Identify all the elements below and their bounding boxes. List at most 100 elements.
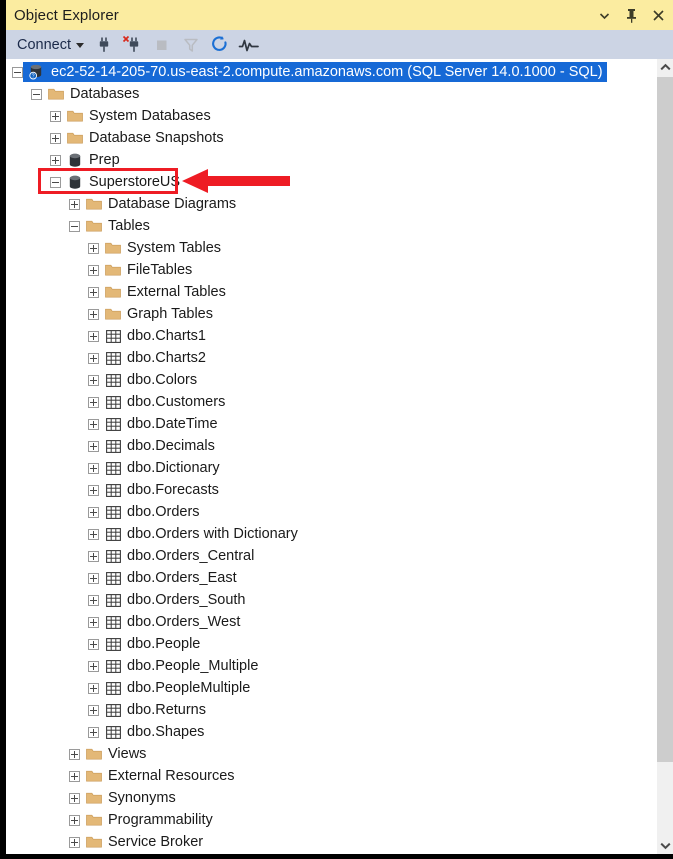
tree-node[interactable]: dbo.Customers [6, 391, 657, 413]
collapse-node-icon[interactable] [31, 88, 42, 100]
expand-node-icon[interactable] [69, 198, 80, 210]
scroll-up-arrow-icon[interactable] [657, 59, 673, 76]
expand-node-icon[interactable] [88, 726, 99, 738]
expand-node-icon[interactable] [88, 462, 99, 474]
tree-node[interactable]: Databases [6, 83, 657, 105]
tree-node[interactable]: ? ec2-52-14-205-70.us-east-2.compute.amaz… [6, 61, 657, 83]
tree-node-label: dbo.Colors [127, 372, 198, 388]
expand-node-icon[interactable] [88, 616, 99, 628]
tree-node[interactable]: Synonyms [6, 787, 657, 809]
close-icon[interactable] [650, 4, 667, 26]
expand-node-icon[interactable] [88, 682, 99, 694]
tree-node[interactable]: Tables [6, 215, 657, 237]
table-icon [105, 482, 121, 498]
tree-node[interactable]: dbo.Colors [6, 369, 657, 391]
expand-node-icon[interactable] [88, 330, 99, 342]
expand-node-icon[interactable] [88, 264, 99, 276]
tree-node[interactable]: Programmability [6, 809, 657, 831]
server-icon: ? [29, 64, 45, 80]
connect-button[interactable]: Connect [14, 35, 87, 55]
tree-node[interactable]: SuperstoreUS [6, 171, 657, 193]
expand-node-icon[interactable] [88, 242, 99, 254]
tree-node[interactable]: Database Diagrams [6, 193, 657, 215]
expand-node-icon[interactable] [88, 286, 99, 298]
table-icon [105, 570, 121, 586]
tree-node[interactable]: dbo.Decimals [6, 435, 657, 457]
expand-node-icon[interactable] [88, 374, 99, 386]
tree-node-label: Views [108, 746, 147, 762]
expand-node-icon[interactable] [88, 506, 99, 518]
tree-node[interactable]: dbo.People [6, 633, 657, 655]
tree-node[interactable]: External Tables [6, 281, 657, 303]
expand-node-icon[interactable] [88, 638, 99, 650]
titlebar-controls [596, 0, 667, 30]
expand-node-icon[interactable] [88, 484, 99, 496]
tree-node-label: dbo.PeopleMultiple [127, 680, 251, 696]
tree-node-label: dbo.People [127, 636, 201, 652]
pin-icon[interactable] [623, 4, 640, 26]
tree-node[interactable]: dbo.Orders_West [6, 611, 657, 633]
tree-node[interactable]: dbo.Orders_South [6, 589, 657, 611]
tree-node[interactable]: System Databases [6, 105, 657, 127]
tree-node-label: Tables [108, 218, 150, 234]
tree-node-label: dbo.People_Multiple [127, 658, 259, 674]
tree-node[interactable]: Database Snapshots [6, 127, 657, 149]
tree-node[interactable]: dbo.Orders_East [6, 567, 657, 589]
tree-node[interactable]: Graph Tables [6, 303, 657, 325]
expand-node-icon[interactable] [88, 418, 99, 430]
vertical-scrollbar[interactable] [657, 59, 673, 854]
expand-node-icon[interactable] [88, 396, 99, 408]
expand-node-icon[interactable] [88, 704, 99, 716]
tree-node[interactable]: System Tables [6, 237, 657, 259]
expand-node-icon[interactable] [88, 440, 99, 452]
scrollbar-thumb[interactable] [657, 77, 673, 762]
tree-node-label: dbo.Orders_Central [127, 548, 255, 564]
tree-node[interactable]: dbo.Dictionary [6, 457, 657, 479]
expand-node-icon[interactable] [69, 792, 80, 804]
expand-node-icon[interactable] [88, 550, 99, 562]
tree-node[interactable]: dbo.Charts1 [6, 325, 657, 347]
tree-node[interactable]: Service Broker [6, 831, 657, 853]
tree-node[interactable]: Prep [6, 149, 657, 171]
expand-node-icon[interactable] [69, 836, 80, 848]
tree-node[interactable]: dbo.Charts2 [6, 347, 657, 369]
expand-node-icon[interactable] [50, 132, 61, 144]
tree-node[interactable]: dbo.Orders_Central [6, 545, 657, 567]
tree-node-label: dbo.Forecasts [127, 482, 219, 498]
tree-node[interactable]: External Resources [6, 765, 657, 787]
activity-monitor-icon[interactable] [237, 33, 261, 57]
expand-node-icon[interactable] [69, 814, 80, 826]
tree-node[interactable]: FileTables [6, 259, 657, 281]
tree-node[interactable]: dbo.People_Multiple [6, 655, 657, 677]
disconnect-icon[interactable] [121, 33, 145, 57]
tree-node[interactable]: dbo.Orders [6, 501, 657, 523]
table-icon [105, 702, 121, 718]
collapse-node-icon[interactable] [69, 220, 80, 232]
scroll-down-arrow-icon[interactable] [657, 837, 673, 854]
tree-node[interactable]: dbo.Orders with Dictionary [6, 523, 657, 545]
expand-node-icon[interactable] [88, 572, 99, 584]
object-explorer-tree[interactable]: ? ec2-52-14-205-70.us-east-2.compute.amaz… [6, 59, 657, 854]
connect-icon[interactable] [92, 33, 116, 57]
expand-node-icon[interactable] [69, 770, 80, 782]
expand-node-icon[interactable] [88, 308, 99, 320]
tree-node[interactable]: dbo.Returns [6, 699, 657, 721]
refresh-icon[interactable] [208, 33, 232, 57]
tree-node[interactable]: dbo.Shapes [6, 721, 657, 743]
expand-node-icon[interactable] [50, 110, 61, 122]
tree-node[interactable]: dbo.Forecasts [6, 479, 657, 501]
expand-node-icon[interactable] [88, 528, 99, 540]
tree-node[interactable]: Views [6, 743, 657, 765]
expand-node-icon[interactable] [69, 748, 80, 760]
collapse-node-icon[interactable] [50, 176, 61, 188]
collapse-node-icon[interactable] [12, 66, 23, 78]
folder-icon [86, 768, 102, 784]
expand-node-icon[interactable] [88, 352, 99, 364]
tree-node[interactable]: dbo.DateTime [6, 413, 657, 435]
expand-node-icon[interactable] [88, 660, 99, 672]
chevron-down-icon[interactable] [596, 4, 613, 26]
expand-node-icon[interactable] [50, 154, 61, 166]
tree-node[interactable]: dbo.PeopleMultiple [6, 677, 657, 699]
expand-node-icon[interactable] [88, 594, 99, 606]
tree-node-label: External Resources [108, 768, 235, 784]
